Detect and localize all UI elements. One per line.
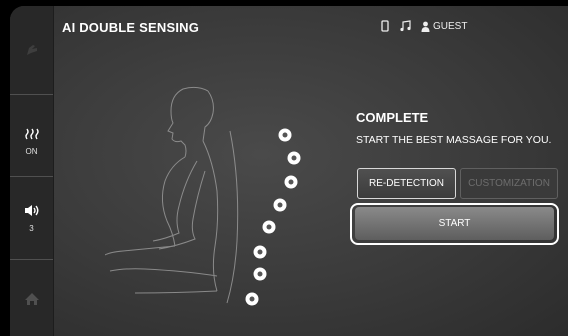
home-icon (24, 292, 40, 311)
sensing-point (245, 292, 259, 306)
phone-icon[interactable] (381, 20, 389, 32)
sensing-point (278, 128, 292, 142)
user-label: GUEST (433, 20, 468, 32)
user-icon (421, 21, 430, 32)
sensing-point (284, 175, 298, 189)
main-panel: ON 3 AI DOUBLE SENSING GUEST COMPLETE ST… (10, 6, 568, 336)
sidebar-item-home[interactable] (10, 276, 53, 326)
sidebar-divider (10, 259, 53, 260)
sidebar-item-chair[interactable] (10, 28, 53, 76)
volume-icon (24, 204, 40, 222)
status-bar: GUEST (381, 20, 467, 32)
chair-icon (24, 43, 40, 62)
customization-button[interactable]: CUSTOMIZATION (460, 168, 558, 199)
volume-level-label: 3 (29, 224, 34, 233)
body-scan-figure (105, 86, 301, 306)
music-note-icon[interactable] (399, 20, 411, 32)
heat-status-label: ON (25, 146, 38, 156)
sensing-points (245, 128, 301, 306)
status-message: START THE BEST MASSAGE FOR YOU. (356, 134, 552, 146)
page-title: AI DOUBLE SENSING (62, 20, 200, 35)
start-button[interactable]: START (355, 207, 554, 240)
sensing-point (262, 220, 276, 234)
screen: ON 3 AI DOUBLE SENSING GUEST COMPLETE ST… (0, 0, 568, 336)
sidebar-item-heat[interactable]: ON (10, 106, 53, 176)
sensing-point (253, 245, 267, 259)
sidebar-item-volume[interactable]: 3 (10, 186, 53, 251)
sensing-point (273, 198, 287, 212)
seated-body-outline (105, 86, 239, 304)
sensing-point (287, 151, 301, 165)
re-detection-button[interactable]: RE-DETECTION (357, 168, 456, 199)
sidebar: ON 3 (10, 6, 54, 336)
status-title: COMPLETE (356, 110, 429, 125)
user-indicator[interactable]: GUEST (421, 21, 467, 32)
sidebar-divider (10, 94, 53, 95)
heat-icon (24, 127, 40, 145)
sensing-point (253, 267, 267, 281)
sidebar-divider (10, 176, 53, 177)
